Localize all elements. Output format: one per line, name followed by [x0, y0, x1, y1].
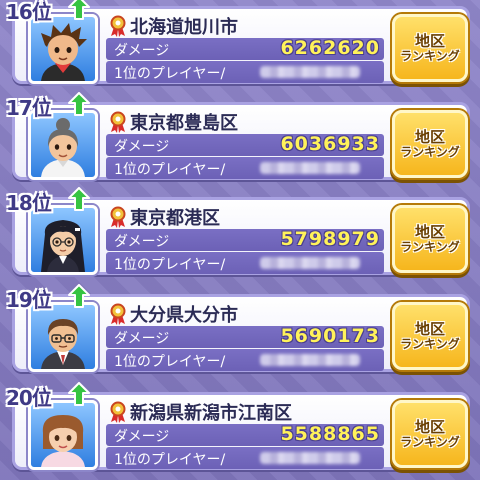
damage-label: ダメージ — [114, 43, 170, 59]
damage-value: 5690173 — [280, 325, 380, 347]
region-ranking-button-line1: 地区 — [414, 127, 445, 146]
damage-bar: ダメージ 5690173 — [106, 325, 384, 348]
blurred-player-name — [260, 66, 360, 78]
region-name: 東京都豊島区 — [130, 113, 238, 134]
blurred-player-name — [260, 452, 360, 464]
man-glasses-avatar-icon — [41, 319, 85, 369]
region-ranking-button-line1: 地区 — [414, 31, 445, 50]
red-ribbon-medal-icon — [110, 15, 126, 37]
region-ranking-button-line2: ランキング — [400, 48, 460, 63]
damage-bar: ダメージ 5798979 — [106, 228, 384, 251]
damage-label: ダメージ — [114, 234, 170, 250]
ranking-row: 17位 東京都豊島区 ダメージ 6036933 1位のプレイヤー/ 地区 ランキ… — [6, 92, 474, 182]
top-player-bar: 1位のプレイヤー/ — [106, 447, 384, 469]
blurred-player-name — [260, 257, 360, 269]
ranking-row: 19位 大分県大分市 ダメージ 5690173 1位のプレイヤー/ 地区 ランキ… — [6, 284, 474, 374]
ranking-row: 16位 北海道旭川市 ダメージ 6262620 1位のプレイヤー/ 地区 ランキ… — [6, 0, 474, 86]
red-ribbon-medal-icon — [110, 206, 126, 228]
red-ribbon-medal-icon — [110, 401, 126, 423]
top-player-label: 1位のプレイヤー/ — [114, 452, 226, 468]
region-name: 北海道旭川市 — [130, 17, 238, 38]
damage-value: 5798979 — [280, 228, 380, 250]
damage-bar: ダメージ 6262620 — [106, 37, 384, 60]
damage-label: ダメージ — [114, 331, 170, 347]
rank-label: 19位 — [6, 288, 52, 312]
damage-label: ダメージ — [114, 139, 170, 155]
top-player-bar: 1位のプレイヤー/ — [106, 252, 384, 274]
ranking-row: 18位 東京都港区 ダメージ 5798979 1位のプレイヤー/ 地区 ランキン… — [6, 187, 474, 277]
region-ranking-button-line1: 地区 — [414, 222, 445, 241]
region-ranking-button[interactable]: 地区 ランキング — [392, 110, 468, 178]
region-name: 東京都港区 — [130, 208, 220, 229]
green-up-arrow-icon — [68, 284, 90, 308]
green-up-arrow-icon — [68, 187, 90, 211]
blurred-player-name — [260, 162, 360, 174]
region-ranking-button[interactable]: 地区 ランキング — [392, 14, 468, 82]
top-player-label: 1位のプレイヤー/ — [114, 354, 226, 370]
region-ranking-button-line2: ランキング — [400, 144, 460, 159]
top-player-bar: 1位のプレイヤー/ — [106, 61, 384, 83]
region-ranking-button-line2: ランキング — [400, 336, 460, 351]
blurred-player-name — [260, 354, 360, 366]
damage-value: 5588865 — [280, 423, 380, 445]
girl-avatar-icon — [41, 415, 85, 467]
red-ribbon-medal-icon — [110, 111, 126, 133]
top-player-bar: 1位のプレイヤー/ — [106, 349, 384, 371]
rank-label: 16位 — [6, 0, 52, 24]
woman-avatar-icon — [41, 118, 85, 177]
region-ranking-button-line2: ランキング — [400, 239, 460, 254]
top-player-label: 1位のプレイヤー/ — [114, 257, 226, 273]
rank-label: 17位 — [6, 96, 52, 120]
rank-label: 18位 — [6, 191, 52, 215]
damage-bar: ダメージ 6036933 — [106, 133, 384, 156]
region-ranking-button-line1: 地区 — [414, 417, 445, 436]
damage-value: 6036933 — [280, 133, 380, 155]
green-up-arrow-icon — [68, 382, 90, 406]
red-ribbon-medal-icon — [110, 303, 126, 325]
rank-label: 20位 — [6, 386, 52, 410]
region-ranking-button[interactable]: 地区 ランキング — [392, 205, 468, 273]
damage-label: ダメージ — [114, 429, 170, 445]
region-name: 大分県大分市 — [130, 305, 238, 326]
region-ranking-button[interactable]: 地区 ランキング — [392, 400, 468, 468]
top-player-label: 1位のプレイヤー/ — [114, 66, 226, 82]
top-player-bar: 1位のプレイヤー/ — [106, 157, 384, 179]
ranking-row: 20位 新潟県新潟市江南区 ダメージ 5588865 1位のプレイヤー/ 地区 … — [6, 382, 474, 472]
damage-value: 6262620 — [280, 37, 380, 59]
region-ranking-button-line2: ランキング — [400, 434, 460, 449]
region-name: 新潟県新潟市江南区 — [130, 403, 292, 424]
region-ranking-button-line1: 地区 — [414, 319, 445, 338]
boy-avatar-icon — [41, 23, 87, 81]
top-player-label: 1位のプレイヤー/ — [114, 162, 226, 178]
green-up-arrow-icon — [68, 0, 90, 20]
damage-bar: ダメージ 5588865 — [106, 423, 384, 446]
region-ranking-button[interactable]: 地区 ランキング — [392, 302, 468, 370]
girl-glasses-avatar-icon — [41, 220, 85, 272]
green-up-arrow-icon — [68, 92, 90, 116]
